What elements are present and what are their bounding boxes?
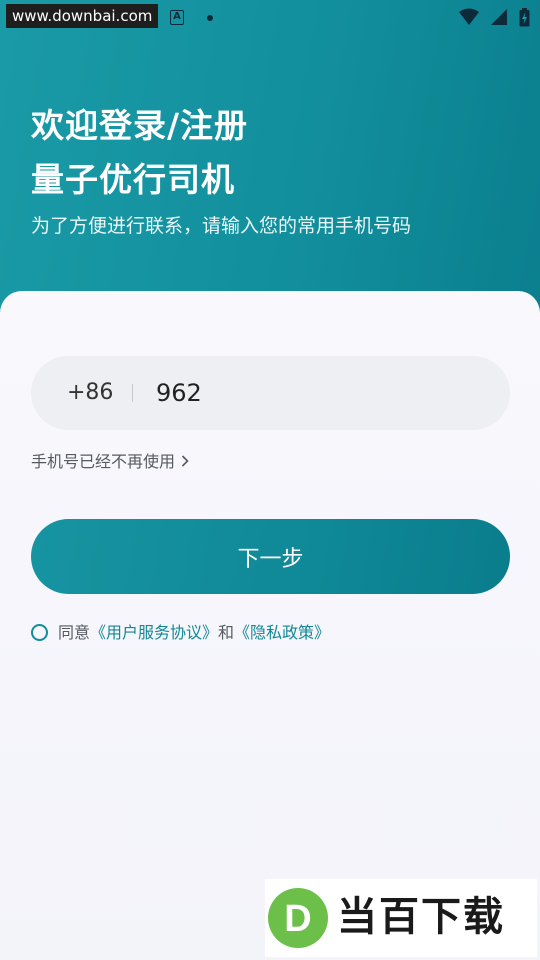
battery-charging-icon [519,8,530,27]
notification-dot-icon [207,15,213,21]
user-agreement-link[interactable]: 《用户服务协议》 [90,623,218,642]
page-title-line2: 量子优行司机 [31,160,235,199]
page-title-line1: 欢迎登录/注册 [31,106,249,145]
status-icons [453,8,530,28]
number-no-longer-used-label: 手机号已经不再使用 [31,452,176,471]
notification-icon: A [170,10,184,25]
agree-radio[interactable] [31,624,48,641]
number-no-longer-used-link[interactable]: 手机号已经不再使用 [31,450,189,474]
field-divider [132,384,133,402]
watermark-url: www.downbai.com [6,4,159,28]
phone-field: +86 [31,356,510,430]
watermark-logo-letter: D [284,898,311,940]
chevron-right-icon [181,450,189,474]
watermark-text: 当百下载 [337,894,505,940]
page-subtitle: 为了方便进行联系，请输入您的常用手机号码 [31,215,412,237]
agreement-conjunction: 和 [218,623,235,642]
next-step-button[interactable]: 下一步 [31,519,510,594]
agreement-prefix: 同意 [58,623,91,642]
agreement-text: 同意《用户服务协议》和《隐私政策》 [58,621,330,645]
phone-input[interactable] [156,356,476,430]
wifi-icon [458,8,479,25]
watermark-banner: D 当百下载 [265,879,537,957]
watermark-logo-icon: D [268,888,328,948]
country-code-selector[interactable]: +86 [67,356,113,430]
status-bar: www.downbai.com A [0,0,540,34]
signal-icon [490,9,507,25]
privacy-policy-link[interactable]: 《隐私政策》 [234,623,330,642]
